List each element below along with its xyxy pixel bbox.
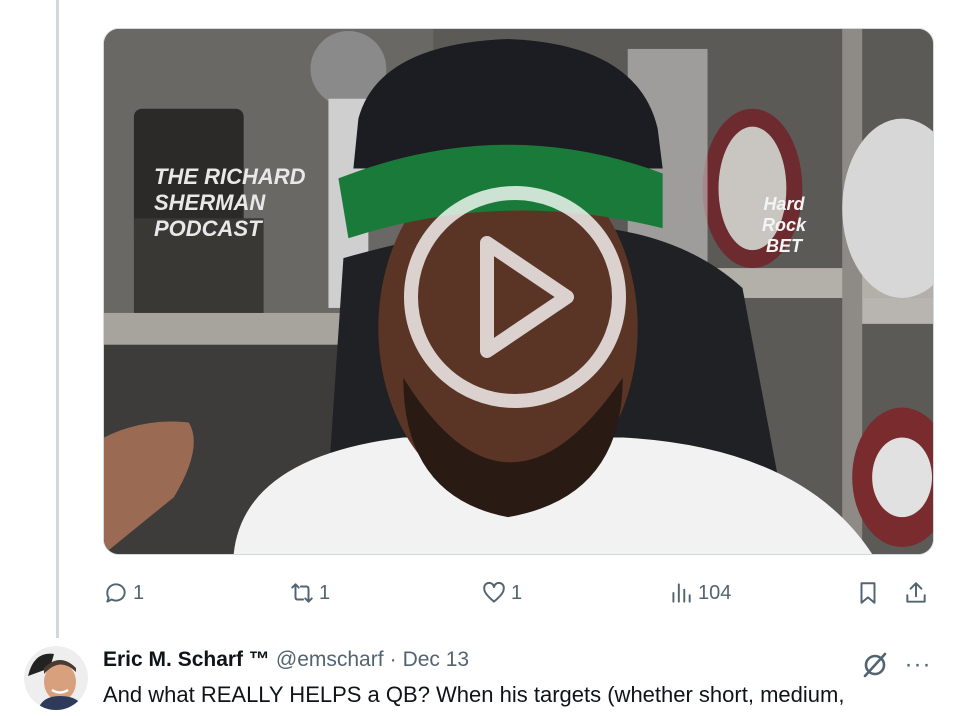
avatar-image [24,646,88,710]
tweet-actions-bar: 1 1 1 104 [103,573,934,613]
share-button[interactable] [903,573,929,613]
share-icon [906,582,926,603]
reply-tweet[interactable]: Eric M. Scharf ™ @emscharf · Dec 13 ··· … [0,640,960,716]
tweet-date[interactable]: Dec 13 [403,648,470,672]
more-options-icon[interactable]: ··· [902,650,934,680]
like-count: 1 [511,581,523,604]
author-name[interactable]: Eric M. Scharf ™ [103,648,270,672]
play-icon[interactable] [399,181,631,413]
views-count: 104 [698,581,732,604]
bookmark-icon [860,582,876,604]
repost-button[interactable]: 1 [289,573,330,613]
tweet-text: And what REALLY HELPS a QB? When his tar… [103,682,845,707]
reply-count: 1 [133,581,145,604]
views-chart-icon [672,583,691,603]
repost-count: 1 [319,581,331,604]
tweet-header: Eric M. Scharf ™ @emscharf · Dec 13 [103,648,469,672]
bookmark-button[interactable] [855,573,881,613]
video-player[interactable]: THE RICHARD SHERMAN PODCAST Hard Rock BE… [103,28,934,555]
views-button[interactable]: 104 [668,573,731,613]
reply-button[interactable]: 1 [103,573,144,613]
like-button[interactable]: 1 [481,573,522,613]
video-overlay-text-sponsor: Hard Rock BET [761,194,806,256]
header-separator: · [389,648,397,671]
avatar[interactable] [24,646,88,710]
reply-icon [106,583,126,603]
author-handle[interactable]: @emscharf [276,648,384,672]
video-overlay-text-podcast: THE RICHARD SHERMAN PODCAST [154,164,306,241]
repost-icon [291,583,313,603]
thread-connector-line [56,0,59,638]
heart-icon [483,581,505,603]
grok-icon[interactable] [858,648,892,682]
